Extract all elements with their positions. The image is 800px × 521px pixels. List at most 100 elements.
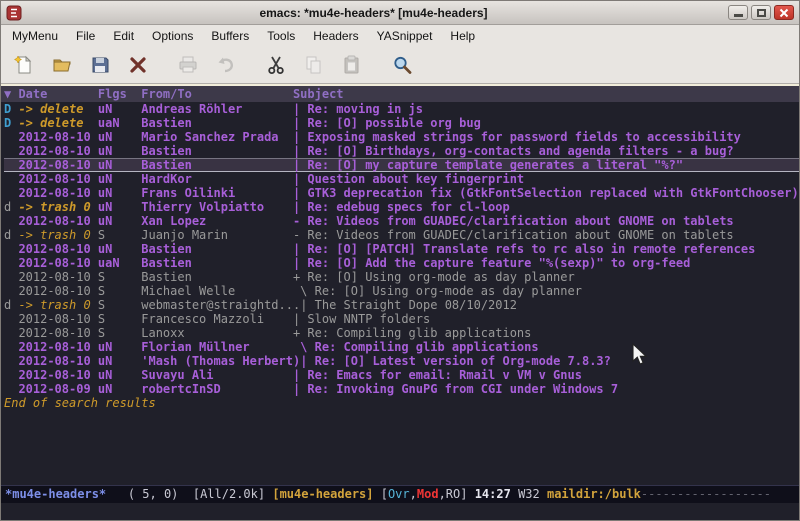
message-row[interactable]: 2012-08-10 uN Bastien | Re: [O] Birthday… <box>4 144 799 158</box>
titlebar: emacs: *mu4e-headers* [mu4e-headers] <box>1 1 799 25</box>
minibuffer[interactable] <box>1 503 799 520</box>
message-from: Suvayu Ali <box>141 368 293 382</box>
message-date: 2012-08-10 <box>18 368 97 382</box>
message-row[interactable]: 2012-08-10 uN Frans Oilinki | GTK3 depre… <box>4 186 799 200</box>
message-flags: uN <box>98 242 141 256</box>
message-mark <box>4 354 18 368</box>
open-file-icon <box>51 54 73 76</box>
menu-headers[interactable]: Headers <box>304 26 367 46</box>
message-from: Lanoxx <box>141 326 293 340</box>
menu-edit[interactable]: Edit <box>104 26 143 46</box>
print-icon <box>177 54 199 76</box>
menu-yasnippet[interactable]: YASnippet <box>368 26 442 46</box>
message-subject: \ Re: Compiling glib applications <box>293 340 539 354</box>
message-subject: | Re: [O] [PATCH] Translate refs to rc a… <box>293 242 755 256</box>
message-row[interactable]: 2012-08-10 uN Suvayu Ali | Re: Emacs for… <box>4 368 799 382</box>
minimize-button[interactable] <box>728 5 748 20</box>
modeline-segment: ------------------ <box>641 487 771 501</box>
message-date: 2012-08-10 <box>18 214 97 228</box>
search-icon <box>391 54 413 76</box>
message-from: Bastien <box>141 270 293 284</box>
close-button[interactable] <box>774 5 794 20</box>
message-mark <box>4 172 18 186</box>
message-row[interactable]: 2012-08-10 uN Mario Sanchez Prada | Expo… <box>4 130 799 144</box>
message-row[interactable]: 2012-08-10 uN HardKor | Question about k… <box>4 172 799 186</box>
message-date: 2012-08-10 <box>18 144 97 158</box>
message-from: Mario Sanchez Prada <box>141 130 293 144</box>
undo-button <box>211 50 241 80</box>
maximize-button[interactable] <box>751 5 771 20</box>
maximize-icon <box>757 9 766 17</box>
sort-direction-icon[interactable]: ▼ <box>4 86 18 102</box>
message-flags: S <box>98 326 141 340</box>
message-subject: | Re: moving in js <box>293 102 423 116</box>
message-row[interactable]: d -> trash 0 S Juanjo Marin - Re: Videos… <box>4 228 799 242</box>
message-row[interactable]: 2012-08-10 S Francesco Mazzoli | Slow NN… <box>4 312 799 326</box>
menu-file[interactable]: File <box>67 26 104 46</box>
message-row[interactable]: 2012-08-10 uaN Bastien | Re: [O] Add the… <box>4 256 799 270</box>
message-row[interactable]: 2012-08-10 uN Florian Müllner \ Re: Comp… <box>4 340 799 354</box>
modeline-segment: ( 5, 0) <box>106 487 193 501</box>
message-row[interactable]: 2012-08-10 S Bastien + Re: [O] Using org… <box>4 270 799 284</box>
message-flags: uN <box>98 382 141 396</box>
message-row[interactable]: d -> trash 0 uN Thierry Volpiatto | Re: … <box>4 200 799 214</box>
message-row[interactable]: D -> delete uaN Bastien | Re: [O] possib… <box>4 116 799 130</box>
message-flags: uN <box>98 340 141 354</box>
message-row[interactable]: 2012-08-10 uN Bastien | Re: [O] my captu… <box>4 158 799 172</box>
message-subject: \ Re: [O] Using org-mode as day planner <box>293 284 582 298</box>
message-from: 'Mash (Thomas Herbert) <box>141 354 300 368</box>
new-file-button[interactable] <box>9 50 39 80</box>
message-row[interactable]: 2012-08-09 uN robertcInSD | Re: Invoking… <box>4 382 799 396</box>
message-date: 2012-08-10 <box>18 256 97 270</box>
message-row[interactable]: 2012-08-10 S Michael Welle \ Re: [O] Usi… <box>4 284 799 298</box>
message-row[interactable]: 2012-08-10 S Lanoxx + Re: Compiling glib… <box>4 326 799 340</box>
message-date: -> trash 0 <box>18 298 97 312</box>
menu-help[interactable]: Help <box>441 26 484 46</box>
menu-buffers[interactable]: Buffers <box>202 26 258 46</box>
message-row[interactable]: 2012-08-10 uN 'Mash (Thomas Herbert) | R… <box>4 354 799 368</box>
message-row[interactable]: d -> trash 0 S webmaster@straightd... | … <box>4 298 799 312</box>
message-mark <box>4 242 18 256</box>
message-mark: D <box>4 116 18 130</box>
menu-options[interactable]: Options <box>143 26 202 46</box>
save-button[interactable] <box>85 50 115 80</box>
column-header-date[interactable]: Date <box>18 86 97 102</box>
message-row[interactable]: D -> delete uN Andreas Röhler | Re: movi… <box>4 102 799 116</box>
message-mark: d <box>4 200 18 214</box>
message-flags: uN <box>98 130 141 144</box>
headers-buffer[interactable]: D -> delete uN Andreas Röhler | Re: movi… <box>1 102 799 485</box>
message-from: Bastien <box>141 242 293 256</box>
new-file-icon <box>13 54 35 76</box>
message-flags: S <box>98 298 141 312</box>
window-controls <box>725 5 794 20</box>
column-header-subject[interactable]: Subject <box>293 86 344 102</box>
menu-tools[interactable]: Tools <box>258 26 304 46</box>
modeline-segment: Mod <box>417 487 439 501</box>
message-flags: uaN <box>98 116 141 130</box>
column-header-from[interactable]: From/To <box>141 86 293 102</box>
message-mark <box>4 340 18 354</box>
cut-button[interactable] <box>261 50 291 80</box>
close-buffer-button[interactable] <box>123 50 153 80</box>
message-subject: | Re: [O] Add the capture feature "%(sex… <box>293 256 690 270</box>
message-date: 2012-08-10 <box>18 158 97 172</box>
message-mark <box>4 144 18 158</box>
paste-button <box>337 50 367 80</box>
message-mark <box>4 284 18 298</box>
column-header-flags[interactable]: Flgs <box>98 86 141 102</box>
message-date: 2012-08-10 <box>18 284 97 298</box>
message-row[interactable]: 2012-08-10 uN Xan Lopez - Re: Videos fro… <box>4 214 799 228</box>
toolbar <box>1 47 799 84</box>
message-row[interactable]: 2012-08-10 uN Bastien | Re: [O] [PATCH] … <box>4 242 799 256</box>
emacs-window: emacs: *mu4e-headers* [mu4e-headers] MyM… <box>0 0 800 521</box>
message-subject: | Re: [O] my capture template generates … <box>293 158 683 172</box>
message-mark <box>4 214 18 228</box>
message-flags: S <box>98 270 141 284</box>
undo-icon <box>215 54 237 76</box>
menu-mymenu[interactable]: MyMenu <box>3 26 67 46</box>
emacs-frame: ▼ Date Flgs From/To Subject D -> delete … <box>1 84 799 520</box>
search-button[interactable] <box>387 50 417 80</box>
copy-icon <box>303 54 325 76</box>
open-file-button[interactable] <box>47 50 77 80</box>
message-subject: + Re: [O] Using org-mode as day planner <box>293 270 575 284</box>
